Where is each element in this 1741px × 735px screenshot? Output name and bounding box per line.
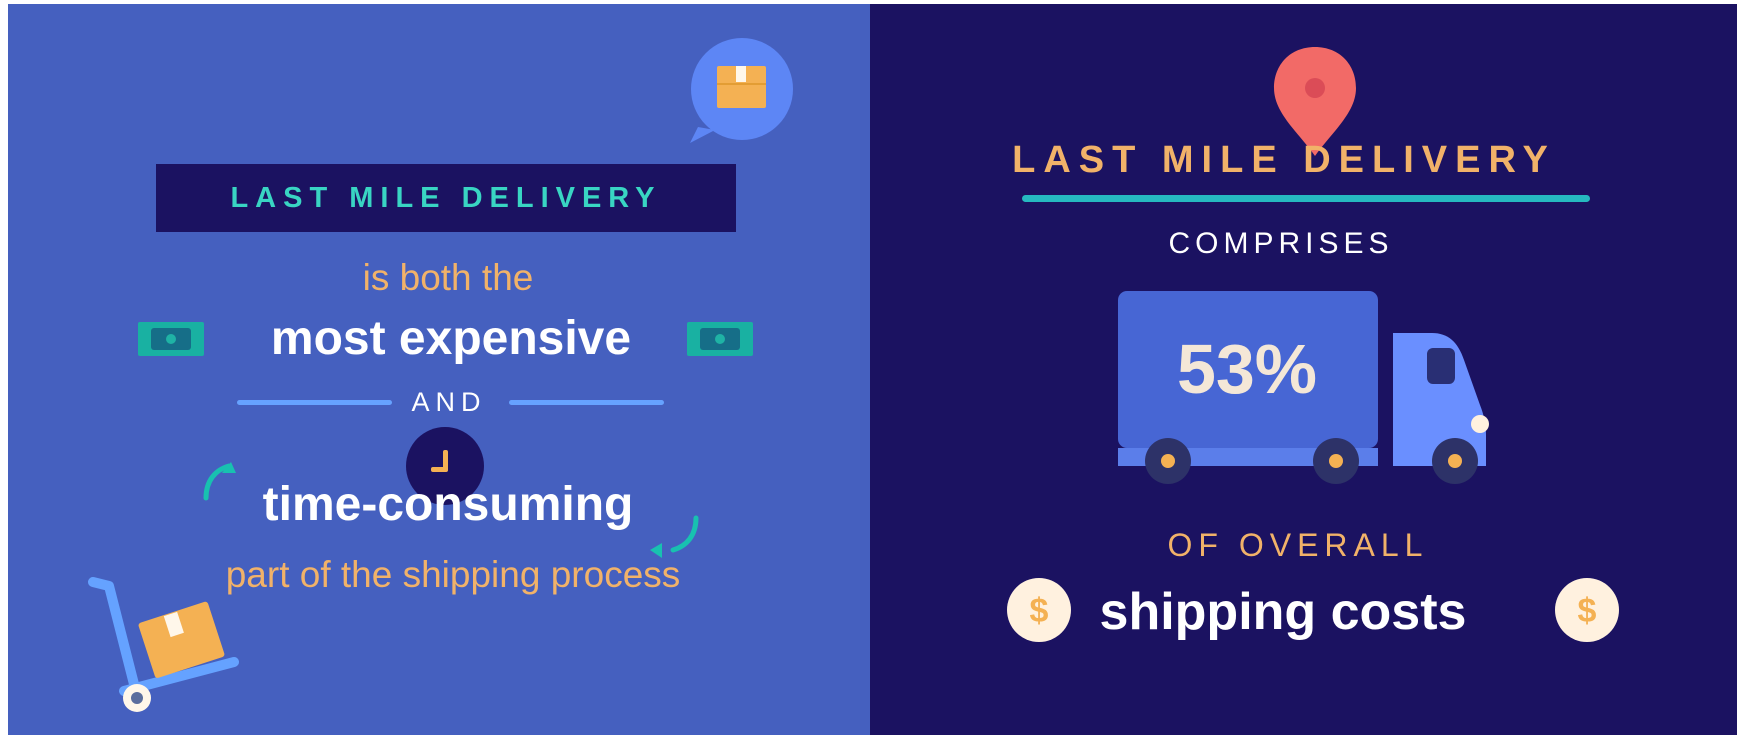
right-title: LAST MILE DELIVERY: [1012, 139, 1556, 181]
right-costs-text: shipping costs: [1099, 583, 1467, 641]
left-panel: [8, 4, 870, 735]
percentage-value: 53%: [1176, 330, 1318, 408]
left-title-box: LAST MILE DELIVERY: [156, 164, 736, 232]
left-connector-text: AND: [411, 387, 487, 417]
left-footer-text: part of the shipping process: [225, 554, 681, 595]
left-title: LAST MILE DELIVERY: [230, 181, 662, 214]
left-highlight-text: most expensive: [270, 312, 632, 365]
left-intro-text: is both the: [362, 257, 534, 298]
left-divider-line-left: [237, 400, 392, 405]
infographic-canvas: $ $ LAST MILE DELIVERY is both the most …: [8, 4, 1737, 735]
left-divider-line-right: [509, 400, 664, 405]
left-second-highlight-text: time-consuming: [262, 478, 634, 531]
right-subtitle: COMPRISES: [1168, 227, 1394, 260]
right-overall-text: OF OVERALL: [1167, 527, 1429, 563]
right-title-underline: [1022, 195, 1590, 202]
